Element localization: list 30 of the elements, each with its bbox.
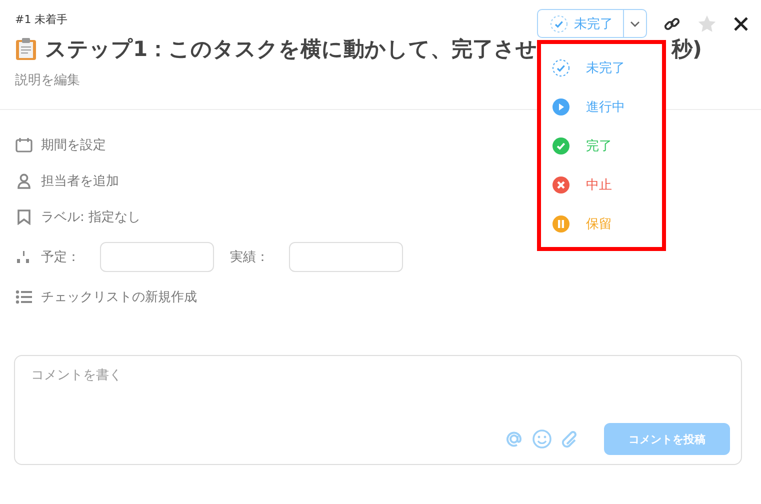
emoji-icon[interactable] xyxy=(532,429,552,449)
clipboard-icon xyxy=(15,37,37,61)
task-title: 秒) xyxy=(671,36,702,63)
mention-icon[interactable] xyxy=(504,429,524,449)
status-option[interactable]: 完了 xyxy=(552,136,662,154)
new-checklist-link[interactable]: チェックリストの新規作成 xyxy=(41,288,197,306)
status-option[interactable]: 未完了 xyxy=(552,58,662,76)
close-icon[interactable] xyxy=(733,16,749,32)
post-comment-button[interactable]: コメントを投稿 xyxy=(604,423,730,455)
status-option[interactable]: 中止 xyxy=(552,176,662,194)
actual-input[interactable] xyxy=(289,242,403,272)
planned-input[interactable] xyxy=(100,242,214,272)
status-option[interactable]: 進行中 xyxy=(552,98,662,116)
property-link[interactable]: ラベル: 指定なし xyxy=(41,208,141,226)
property-link[interactable]: 期間を設定 xyxy=(41,136,106,154)
status-option[interactable]: 保留 xyxy=(552,214,662,232)
planned-label: 予定： xyxy=(41,249,80,266)
actual-label: 実績： xyxy=(230,249,269,266)
comment-box[interactable]: コメントを書く コメントを投稿 xyxy=(14,355,742,465)
check-circle-icon xyxy=(550,14,568,32)
task-number: #1 未着手 xyxy=(15,12,68,27)
caret-icon xyxy=(630,20,640,26)
list-icon xyxy=(15,289,33,305)
task-title: ステップ1：このタスクを横に動かして、完了させ xyxy=(45,36,538,63)
bookmark-icon xyxy=(15,209,33,225)
person-icon xyxy=(15,173,33,189)
calendar-icon xyxy=(15,137,33,153)
property-link[interactable]: 担当者を追加 xyxy=(41,172,119,190)
star-icon[interactable] xyxy=(697,14,717,34)
edit-description-link[interactable]: 説明を編集 xyxy=(15,71,80,89)
